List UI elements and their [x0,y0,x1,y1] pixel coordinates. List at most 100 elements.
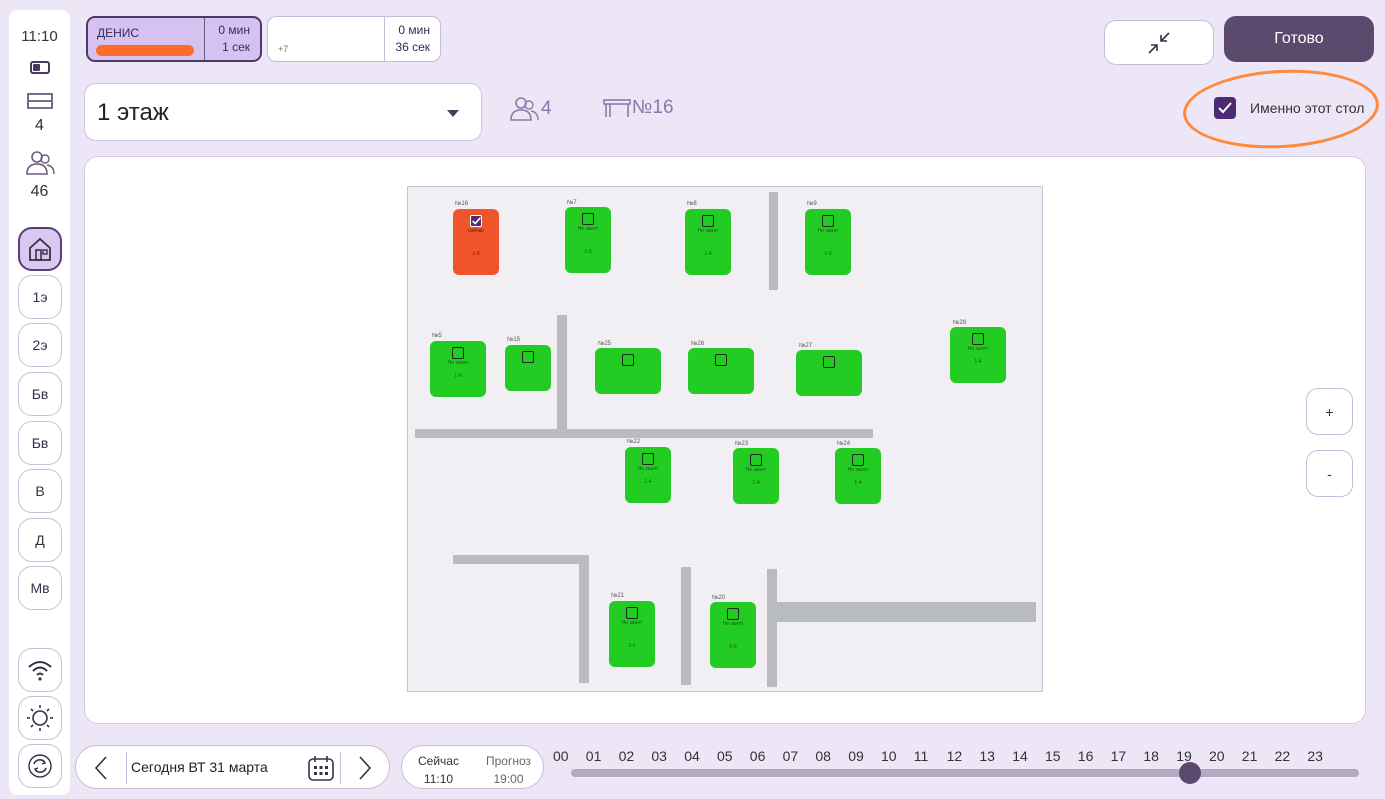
timeline-hour[interactable]: 17 [1111,748,1127,764]
desk-capacity: 1-6 [628,643,636,649]
desk-number: №28 [953,320,967,326]
desk-checkbox[interactable] [582,213,594,225]
wifi-button[interactable] [18,648,62,692]
desk-25[interactable] [595,348,661,394]
timeline-slider-thumb[interactable] [1179,762,1201,784]
desk-28[interactable]: Не занят 1-4 [950,327,1006,383]
now-label: Сейчас [418,754,459,768]
divider [126,752,127,784]
desk-status: Не занят [621,620,643,626]
table-icon [603,99,631,117]
desk-5[interactable]: Не занят 1-6 [430,341,486,397]
desk-16[interactable]: сейчас 1-6 [453,209,499,275]
desk-checkbox[interactable] [727,608,739,620]
timeline-hour[interactable]: 20 [1209,748,1225,764]
table-info: №16 [602,97,674,119]
desk-26[interactable] [688,348,754,394]
desk-capacity: 1-6 [729,644,737,650]
desk-checkbox[interactable] [972,333,984,345]
zoom-in-button[interactable]: + [1306,388,1353,435]
timeline-hour[interactable]: 04 [684,748,700,764]
timeline-hour[interactable]: 11 [914,748,929,764]
floor-button-4[interactable]: Бв [18,421,62,465]
done-button[interactable]: Готово [1224,16,1374,62]
desk-capacity: 1-6 [584,249,592,255]
timeline-hour[interactable]: 05 [717,748,733,764]
desk-number: №8 [687,201,697,207]
floor-button-1[interactable]: 1э [18,275,62,319]
timeline-hour[interactable]: 16 [1078,748,1094,764]
timeline-hour[interactable]: 18 [1143,748,1159,764]
desk-checkbox[interactable] [522,351,534,363]
timeline-hour[interactable]: 03 [651,748,667,764]
floor-button-3[interactable]: Бв [18,372,62,416]
desk-9[interactable]: Не занят 1-6 [805,209,851,275]
desk-7[interactable]: Не занят 1-6 [565,207,611,273]
floor-button-2[interactable]: 2э [18,323,62,367]
floor-select[interactable]: 1 этаж [84,83,482,141]
brightness-button[interactable] [18,696,62,740]
timeline-hour[interactable]: 08 [815,748,831,764]
people-count-info: 4 [541,98,552,119]
user-name: ДЕНИС [97,26,140,40]
timeline-hour[interactable]: 21 [1242,748,1258,764]
desk-15[interactable] [505,345,551,391]
desk-21[interactable]: Не занят 1-6 [609,601,655,667]
other-timer-card[interactable]: +7 0 мин 36 сек [267,16,441,62]
timeline-slider-track[interactable] [571,769,1359,777]
timeline-hour[interactable]: 15 [1045,748,1061,764]
desk-capacity: 1-6 [824,251,832,257]
desk-checkbox[interactable] [715,354,727,366]
chevron-right-icon[interactable] [354,755,376,781]
timeline-hour[interactable]: 01 [586,748,602,764]
desk-checkbox[interactable] [822,215,834,227]
other-timer-min: 0 мин [398,23,430,37]
desk-20[interactable]: Не занят 1-6 [710,602,756,668]
desk-27[interactable] [796,350,862,396]
desk-checkbox[interactable] [750,454,762,466]
desk-checkbox[interactable] [702,215,714,227]
desk-checkbox[interactable] [852,454,864,466]
zoom-out-button[interactable]: - [1306,450,1353,497]
timeline-hour[interactable]: 13 [979,748,995,764]
desk-number: №25 [598,341,612,347]
exact-table-checkbox[interactable] [1214,97,1236,119]
home-button[interactable] [18,227,62,271]
floor-button-7[interactable]: Мв [18,566,62,610]
desk-22[interactable]: Не занят 1-4 [625,447,671,503]
timeline-hour[interactable]: 10 [881,748,897,764]
desk-checkbox[interactable] [452,347,464,359]
now-forecast-box[interactable]: Сейчас 11:10 Прогноз 19:00 [401,745,544,789]
chevron-left-icon[interactable] [90,755,112,781]
desk-checkbox[interactable] [626,607,638,619]
desk-8[interactable]: Не занят 1-4 [685,209,731,275]
date-label: Сегодня ВТ 31 марта [131,759,268,775]
desk-checkbox[interactable] [642,453,654,465]
calendar-icon[interactable] [307,754,335,782]
desk-24[interactable]: Не занят 1-4 [835,448,881,504]
desk-checkbox[interactable] [470,215,482,227]
floor-button-6[interactable]: Д [18,518,62,562]
timeline-hour[interactable]: 07 [783,748,799,764]
timeline-hour[interactable]: 06 [750,748,766,764]
desk-capacity: 1-4 [752,480,760,486]
desk-number: №26 [691,341,705,347]
timeline-hour[interactable]: 02 [619,748,635,764]
user-timer-card[interactable]: ДЕНИС 0 мин 1 сек [86,16,262,62]
desk-status: Не занят [697,228,719,234]
timeline-hour[interactable]: 23 [1307,748,1323,764]
desk-checkbox[interactable] [823,356,835,368]
collapse-button[interactable] [1104,20,1214,65]
desk-number: №16 [455,201,469,207]
timeline-hour[interactable]: 22 [1275,748,1291,764]
timeline-hour[interactable]: 14 [1012,748,1028,764]
floor-button-5[interactable]: В [18,469,62,513]
timeline-hour[interactable]: 00 [553,748,569,764]
desk-checkbox[interactable] [622,354,634,366]
desk-number: №20 [712,595,726,601]
refresh-button[interactable] [18,744,62,788]
timeline-hour[interactable]: 09 [848,748,864,764]
exact-table-toggle[interactable]: Именно этот стол [1214,97,1364,119]
desk-23[interactable]: Не занят 1-4 [733,448,779,504]
timeline-hour[interactable]: 12 [947,748,963,764]
